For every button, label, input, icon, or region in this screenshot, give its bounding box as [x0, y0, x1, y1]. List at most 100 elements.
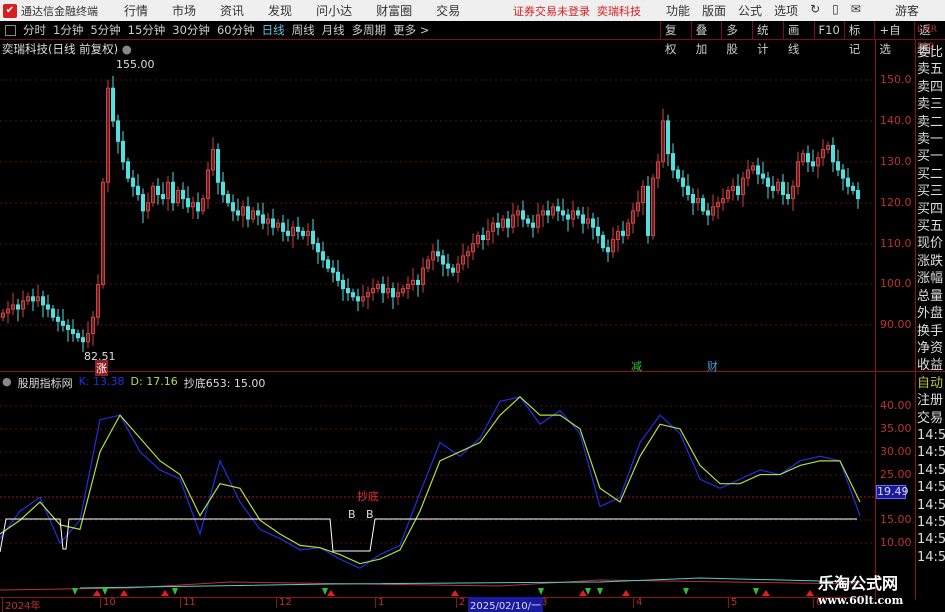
period-15min[interactable]: 15分钟 [128, 22, 166, 38]
menu-layout[interactable]: 版面 [702, 2, 726, 19]
tick-time[interactable]: 14:56 [917, 479, 945, 496]
side-item[interactable]: 卖一 [917, 131, 945, 148]
indicator-name[interactable]: 股朋指标网 [18, 375, 73, 391]
candle-body [706, 210, 710, 216]
side-item[interactable]: 委比 [917, 44, 945, 61]
side-item[interactable]: 卖三 [917, 96, 945, 113]
side-item[interactable]: 外盘 [917, 305, 945, 322]
side-item[interactable]: 总量 [917, 288, 945, 305]
menu-options[interactable]: 选项 [774, 2, 798, 19]
panel-toggle-icon[interactable] [5, 24, 16, 36]
tool-multi[interactable]: 多股 [721, 21, 752, 56]
candle-body [316, 243, 320, 253]
candle [16, 298, 20, 322]
candle [471, 233, 475, 260]
side-item[interactable]: 涨幅 [917, 270, 945, 287]
down-arrow-icon [585, 588, 591, 595]
tick-time[interactable]: 14:56 [917, 514, 945, 531]
phone-icon[interactable]: ▯ [832, 2, 839, 19]
tool-adjust[interactable]: 复权 [660, 21, 691, 56]
tick-time[interactable]: 14:56 [917, 497, 945, 514]
side-item[interactable]: 交易 [917, 410, 945, 427]
up-arrow-icon [806, 590, 814, 596]
candle-body [261, 214, 265, 224]
period-tick[interactable]: 分时 [23, 22, 46, 38]
tool-overlay[interactable]: 叠加 [690, 21, 722, 56]
candle [136, 174, 140, 201]
current-value-badge: 19.49 [876, 485, 909, 499]
candle-body [56, 316, 60, 322]
mail-icon[interactable]: ✉ [851, 2, 861, 19]
candle [631, 202, 635, 234]
side-item[interactable]: 收益 [917, 357, 945, 374]
side-item[interactable]: 买三 [917, 183, 945, 200]
side-item[interactable]: 卖四 [917, 79, 945, 96]
candle-body [451, 267, 455, 273]
side-item[interactable]: 换手 [917, 323, 945, 340]
candle-body [596, 226, 600, 236]
candle [166, 176, 170, 211]
user-label[interactable]: 游客 [895, 2, 919, 19]
menu-market[interactable]: 行情 [124, 2, 148, 19]
side-item[interactable]: 现价 [917, 235, 945, 252]
side-item[interactable]: 净资 [917, 340, 945, 357]
event-marker-up[interactable]: 涨 [95, 360, 108, 376]
side-item[interactable]: 买四 [917, 201, 945, 218]
candle-body [306, 230, 310, 236]
menu-ask[interactable]: 问小达 [316, 2, 352, 19]
time-tick-label: 4 [633, 597, 642, 608]
event-marker-reduce[interactable]: 减 [631, 358, 642, 374]
tick-time[interactable]: 14:55 [917, 444, 945, 461]
dropdown-icon[interactable]: ● [2, 375, 12, 391]
axis-tick-label: 130.0 [880, 155, 912, 168]
menu-wealth[interactable]: 财富圈 [376, 2, 412, 19]
period-30min[interactable]: 30分钟 [172, 22, 210, 38]
tool-mark[interactable]: 标记 [843, 21, 875, 56]
event-marker-finance[interactable]: 财 [707, 358, 718, 374]
period-60min[interactable]: 60分钟 [217, 22, 255, 38]
side-item[interactable]: 买一 [917, 148, 945, 165]
menu-formula[interactable]: 公式 [738, 2, 762, 19]
period-weekly[interactable]: 周线 [292, 22, 315, 38]
candle-body [111, 87, 115, 122]
tick-time[interactable]: 14:56 [917, 531, 945, 548]
candle-body [196, 202, 200, 212]
side-auto[interactable]: 自动 [917, 375, 945, 392]
candle [176, 186, 180, 207]
menu-news[interactable]: 资讯 [220, 2, 244, 19]
period-daily[interactable]: 日线 [262, 22, 285, 38]
refresh-icon[interactable]: ↻ [810, 2, 820, 19]
tick-time[interactable]: 14:55 [917, 427, 945, 444]
side-item[interactable]: 卖五 [917, 61, 945, 78]
candle [156, 178, 160, 205]
stock-name: 奕瑞科技 [597, 4, 641, 18]
strip-line [0, 579, 861, 591]
side-item[interactable]: 买五 [917, 218, 945, 235]
period-more[interactable]: 更多 > [393, 22, 429, 38]
candle [561, 198, 565, 222]
period-monthly[interactable]: 月线 [322, 22, 345, 38]
tick-time[interactable]: 14:56 [917, 549, 945, 566]
period-5min[interactable]: 5分钟 [90, 22, 120, 38]
period-1min[interactable]: 1分钟 [53, 22, 83, 38]
menu-markets[interactable]: 市场 [172, 2, 196, 19]
dropdown-icon[interactable]: ● [122, 42, 132, 56]
tool-stats[interactable]: 统计 [752, 21, 783, 56]
tool-draw[interactable]: 画线 [782, 21, 814, 56]
menu-function[interactable]: 功能 [666, 2, 690, 19]
menu-trade[interactable]: 交易 [436, 2, 460, 19]
menu-discover[interactable]: 发现 [268, 2, 292, 19]
period-multi[interactable]: 多周期 [352, 22, 387, 38]
tool-add-watch[interactable]: +自选 [874, 21, 914, 56]
tick-time[interactable]: 14:55 [917, 462, 945, 479]
login-status[interactable]: 证券交易未登录 奕瑞科技 [513, 3, 641, 19]
side-item[interactable]: 买二 [917, 166, 945, 183]
candle [241, 200, 245, 228]
tool-f10[interactable]: F10 [813, 21, 844, 40]
candle [701, 194, 705, 215]
side-item[interactable]: 卖二 [917, 114, 945, 131]
side-item[interactable]: 注册 [917, 392, 945, 409]
side-item[interactable]: 涨跌 [917, 253, 945, 270]
candlestick-chart[interactable] [0, 0, 945, 609]
candle [46, 294, 50, 318]
